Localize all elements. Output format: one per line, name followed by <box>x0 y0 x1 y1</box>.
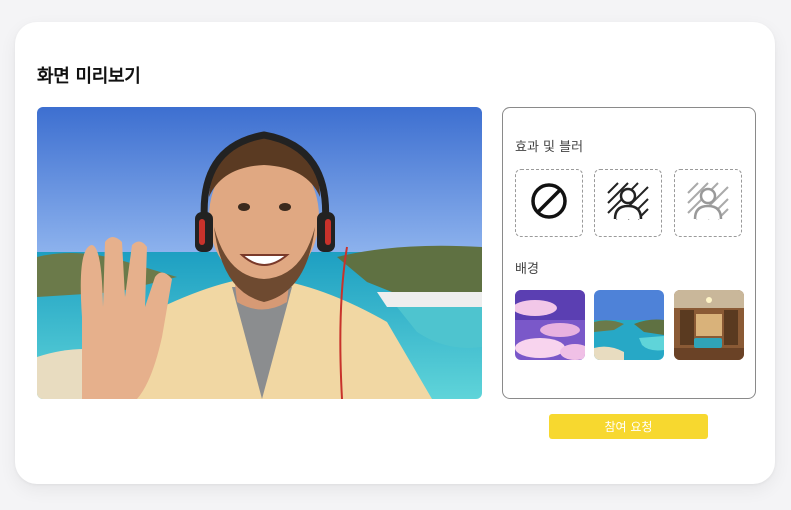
blur-light-icon <box>686 181 730 225</box>
request-join-button[interactable]: 참여 요청 <box>549 414 708 439</box>
dialog-title: 화면 미리보기 <box>37 66 141 87</box>
background-purple-clouds-option[interactable] <box>515 290 585 360</box>
preview-dialog: 화면 미리보기 효과 및 블러 배경 참여 요청 <box>15 22 775 484</box>
effect-blur-light-option[interactable] <box>674 169 742 237</box>
camera-preview <box>37 107 482 399</box>
effect-none-option[interactable] <box>515 169 583 237</box>
background-beach-option[interactable] <box>594 290 664 360</box>
effects-label: 효과 및 블러 <box>515 140 584 155</box>
effect-blur-strong-option[interactable] <box>594 169 662 237</box>
background-label: 배경 <box>515 262 539 277</box>
blur-strong-icon <box>606 181 650 225</box>
background-living-room-option[interactable] <box>674 290 744 360</box>
no-effect-icon <box>529 181 569 225</box>
effects-panel: 효과 및 블러 배경 <box>502 107 756 399</box>
